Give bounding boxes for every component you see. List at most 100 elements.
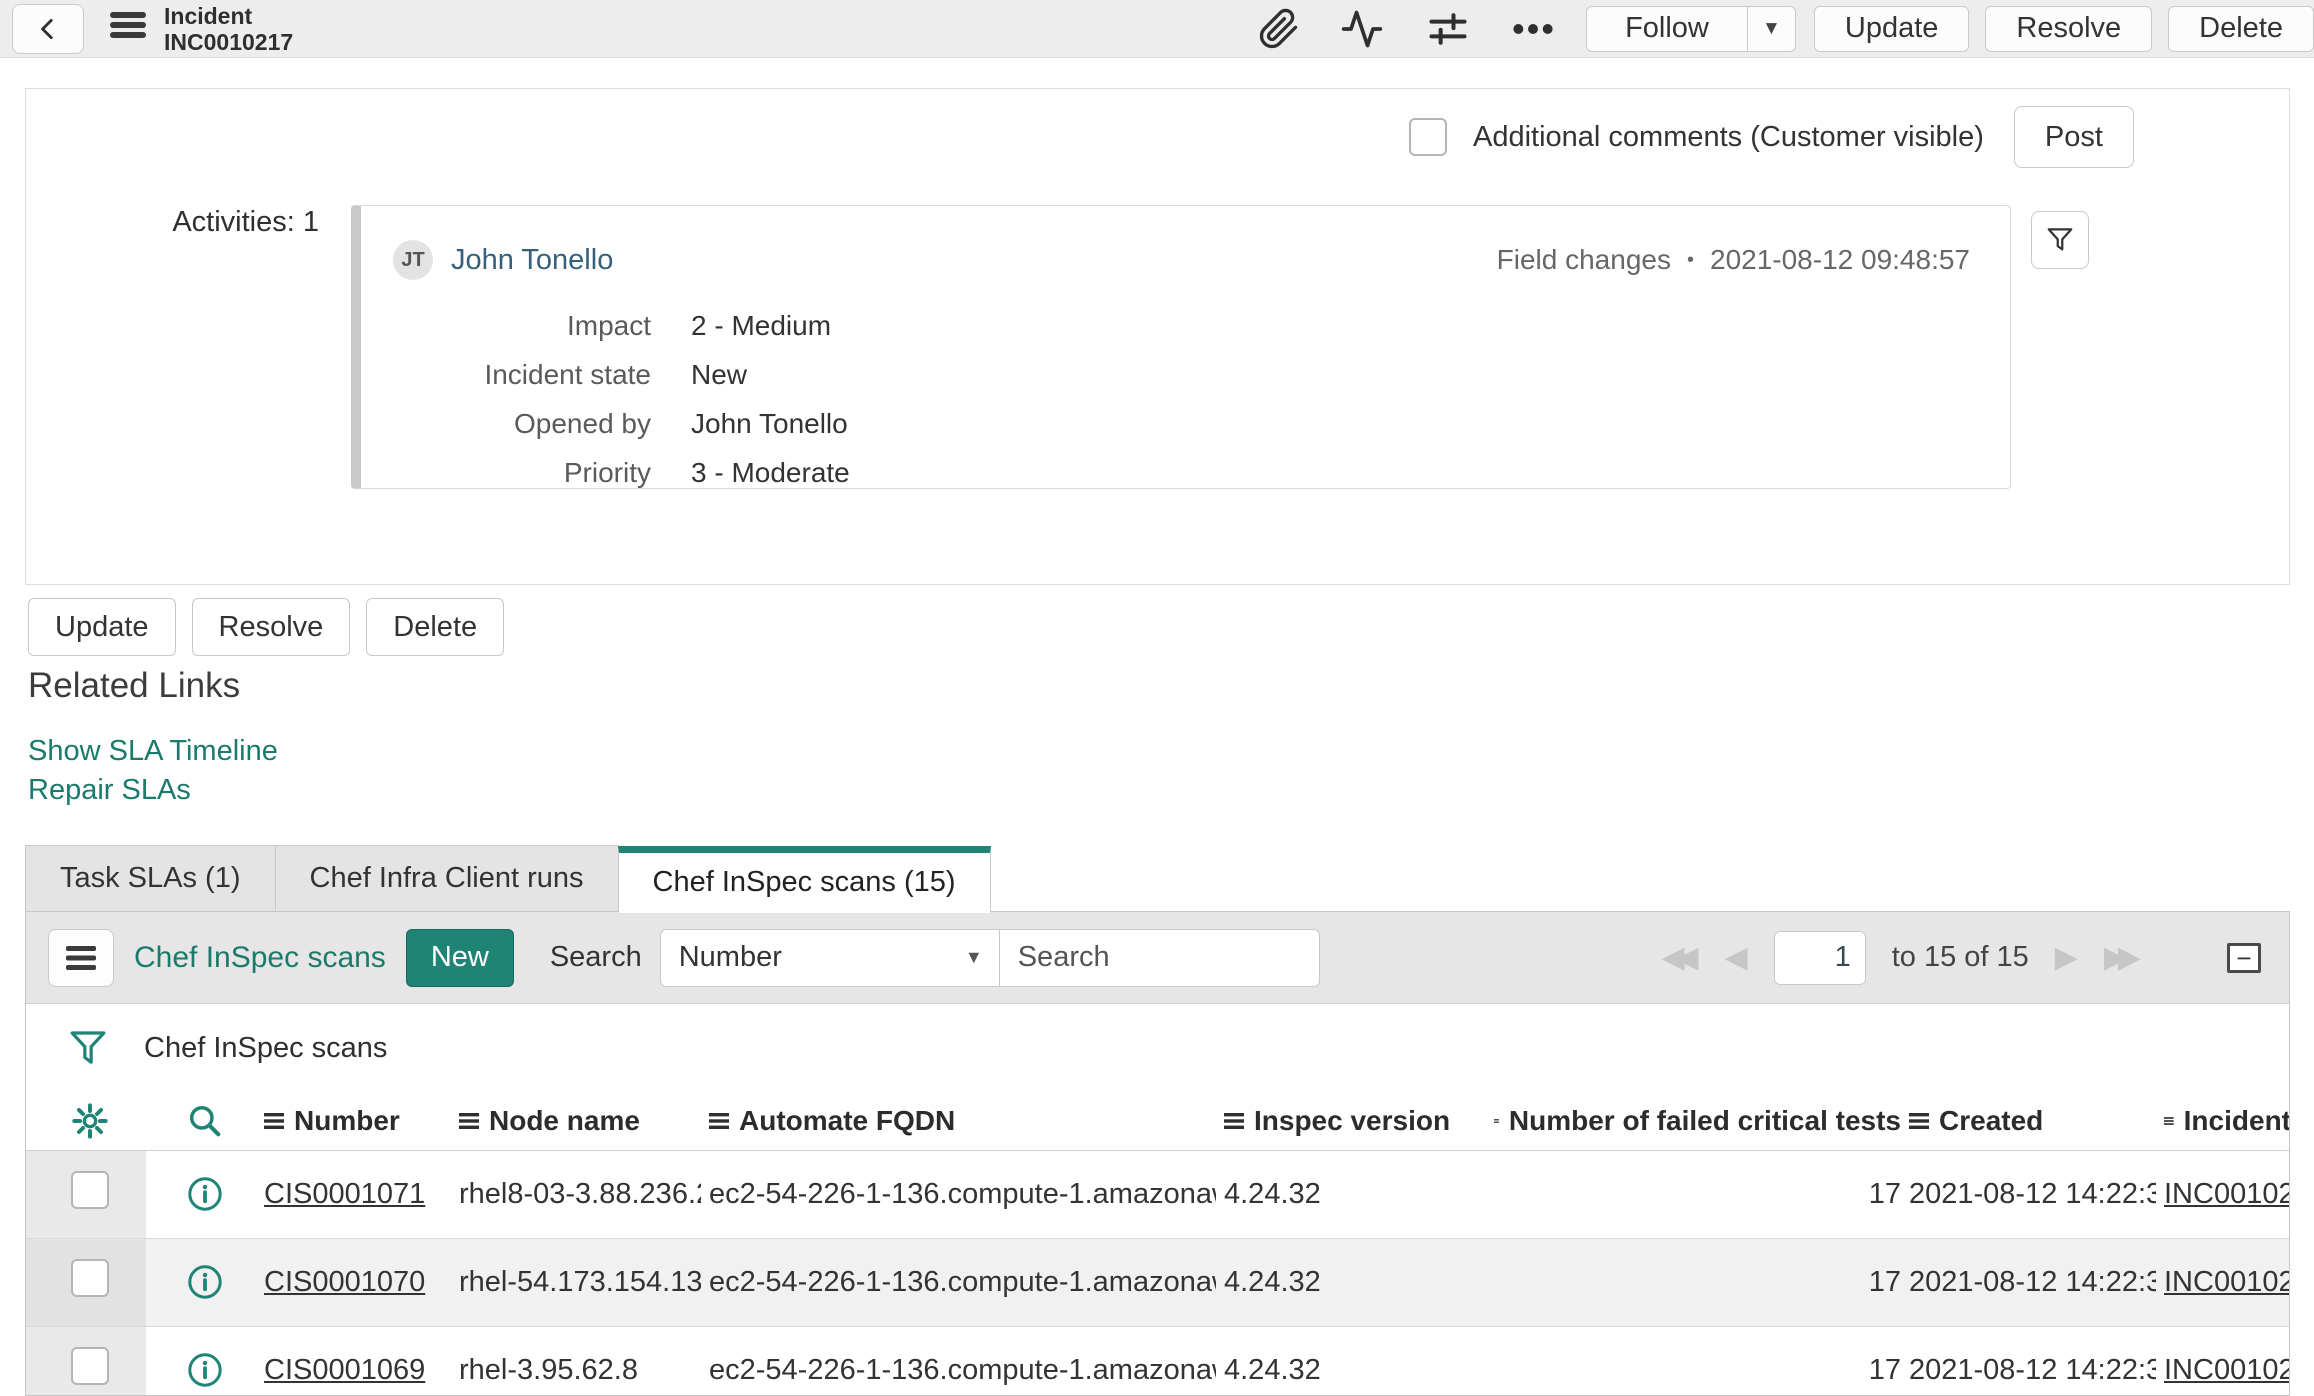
node-name-cell: rhel-3.95.62.8	[451, 1325, 701, 1395]
delete-button[interactable]: Delete	[366, 598, 505, 656]
table-header-row: Number Node name Automate FQDN Inspec ve…	[26, 1092, 2289, 1151]
update-button[interactable]: Update	[28, 598, 176, 656]
activity-stream-icon[interactable]	[1338, 7, 1386, 51]
list-menu-icon	[66, 945, 96, 970]
follow-button[interactable]: Follow	[1587, 7, 1747, 51]
field-label: Opened by	[514, 408, 651, 439]
collapse-list-button[interactable]: −	[2221, 935, 2267, 981]
attachment-icon[interactable]	[1258, 7, 1300, 51]
page-number-input[interactable]	[1773, 930, 1866, 985]
inspec-version-cell: 4.24.32	[1216, 1325, 1486, 1395]
related-lists-tabs: Task SLAs (1) Chef Infra Client runs Che…	[25, 845, 991, 913]
record-info-icon[interactable]	[154, 1351, 256, 1389]
back-button[interactable]	[12, 3, 84, 54]
list-search-input[interactable]	[999, 928, 1320, 987]
field-label: Priority	[563, 457, 651, 488]
list-title: Chef InSpec scans	[134, 940, 386, 974]
column-header-incident[interactable]: Incident	[2164, 1105, 2289, 1137]
scan-number-link[interactable]: CIS0001069	[264, 1354, 425, 1386]
breadcrumb[interactable]: Chef InSpec scans	[144, 1032, 387, 1065]
header-update-button[interactable]: Update	[1813, 5, 1970, 52]
field-label: Incident state	[484, 359, 651, 390]
tab-chef-inspec-scans[interactable]: Chef InSpec scans (15)	[617, 846, 991, 913]
incident-link[interactable]: INC0010217	[2164, 1354, 2289, 1386]
personalize-form-icon[interactable]	[1424, 7, 1472, 51]
table-row: CIS0001069 rhel-3.95.62.8 ec2-54-226-1-1…	[26, 1325, 2289, 1395]
more-options-icon[interactable]	[1510, 7, 1556, 51]
column-header-number[interactable]: Number	[264, 1105, 451, 1137]
tab-chef-infra-client-runs[interactable]: Chef Infra Client runs	[274, 845, 619, 912]
filter-funnel-icon[interactable]	[68, 1027, 108, 1069]
list-menu-button[interactable]	[48, 928, 114, 987]
failed-tests-cell: 17	[1486, 1325, 1901, 1395]
top-header: Incident INC0010217 Follow ▼ Update Reso…	[0, 0, 2314, 58]
next-page-icon[interactable]: ▶	[2055, 940, 2078, 975]
header-delete-button[interactable]: Delete	[2168, 5, 2314, 52]
form-panel: Additional comments (Customer visible) P…	[25, 88, 2290, 585]
new-record-button[interactable]: New	[405, 928, 514, 987]
related-links-title: Related Links	[28, 666, 241, 705]
automate-fqdn-cell: ec2-54-226-1-136.compute-1.amazonaws.com	[709, 1177, 1216, 1210]
row-checkbox[interactable]	[71, 1171, 109, 1209]
table-row: CIS0001070 rhel-54.173.154.131 ec2-54-22…	[26, 1237, 2289, 1326]
scan-number-link[interactable]: CIS0001070	[264, 1266, 425, 1298]
column-header-created[interactable]: Created	[1909, 1105, 2156, 1137]
column-search-icon[interactable]	[154, 1102, 256, 1140]
incident-screen: Incident INC0010217 Follow ▼ Update Reso…	[0, 0, 2314, 1396]
incident-link[interactable]: INC0010217	[2164, 1266, 2289, 1298]
search-field-select[interactable]: Number ▼	[659, 928, 1000, 987]
list-breadcrumb-row: Chef InSpec scans	[26, 1004, 2289, 1092]
avatar: JT	[393, 240, 433, 280]
show-sla-timeline-link[interactable]: Show SLA Timeline	[28, 732, 278, 771]
search-field-selected: Number	[678, 941, 782, 973]
activity-author-link[interactable]: John Tonello	[451, 244, 613, 277]
activity-timestamp: 2021-08-12 09:48:57	[1710, 244, 1970, 275]
last-page-icon[interactable]: ▶▶	[2104, 940, 2141, 975]
column-header-automate-fqdn[interactable]: Automate FQDN	[709, 1105, 1216, 1137]
failed-tests-cell: 17	[1486, 1237, 1901, 1326]
activity-entry-header: JT John Tonello Field changes • 2021-08-…	[361, 206, 2010, 280]
records-table: Number Node name Automate FQDN Inspec ve…	[26, 1092, 2289, 1395]
created-cell: 2021-08-12 14:22:35	[1901, 1237, 2156, 1326]
post-button[interactable]: Post	[2013, 106, 2134, 168]
pagination: ◀◀ ◀ to 15 of 15 ▶ ▶▶	[1661, 930, 2141, 985]
header-resolve-button[interactable]: Resolve	[1985, 5, 2153, 52]
list-settings-gear-icon[interactable]	[34, 1101, 146, 1141]
scan-number-link[interactable]: CIS0001071	[264, 1178, 425, 1210]
automate-fqdn-cell: ec2-54-226-1-136.compute-1.amazonaws.com	[701, 1237, 1216, 1326]
column-menu-icon	[459, 1112, 479, 1129]
funnel-icon	[2047, 228, 2073, 251]
node-name-cell: rhel-54.173.154.131	[451, 1237, 701, 1326]
meta-separator: •	[1686, 248, 1694, 271]
first-page-icon[interactable]: ◀◀	[1661, 940, 1698, 975]
record-title: Incident INC0010217	[164, 3, 293, 55]
row-checkbox[interactable]	[71, 1347, 109, 1386]
activity-filter-button[interactable]	[2031, 211, 2089, 269]
form-actions: Update Resolve Delete	[28, 598, 505, 656]
caret-down-icon: ▼	[1761, 17, 1781, 39]
repair-slas-link[interactable]: Repair SLAs	[28, 771, 278, 810]
column-header-node-name[interactable]: Node name	[459, 1105, 701, 1137]
column-header-inspec-version[interactable]: Inspec version	[1224, 1105, 1486, 1137]
column-menu-icon	[264, 1112, 284, 1129]
search-label: Search	[549, 941, 642, 973]
context-menu-icon[interactable]	[110, 11, 146, 47]
record-info-icon[interactable]	[154, 1263, 256, 1301]
record-info-icon[interactable]	[154, 1175, 256, 1213]
record-number: INC0010217	[164, 28, 294, 55]
header-icon-group	[1258, 7, 1556, 51]
follow-caret-button[interactable]: ▼	[1746, 6, 1795, 51]
field-value: New	[691, 359, 748, 390]
record-type: Incident	[164, 2, 253, 29]
activity-meta: Field changes • 2021-08-12 09:48:57	[1497, 244, 1970, 276]
incident-link[interactable]: INC0010217	[2164, 1178, 2289, 1210]
tab-task-slas[interactable]: Task SLAs (1)	[25, 845, 276, 912]
column-header-failed-critical-tests[interactable]: Number of failed critical tests	[1494, 1105, 1901, 1137]
field-changes-list: Impact 2 - Medium Incident state New Ope…	[461, 310, 2010, 489]
column-menu-icon	[709, 1112, 729, 1129]
resolve-button[interactable]: Resolve	[191, 598, 351, 656]
additional-comments-checkbox[interactable]	[1409, 118, 1447, 156]
previous-page-icon[interactable]: ◀	[1725, 940, 1748, 975]
row-checkbox[interactable]	[71, 1259, 109, 1297]
field-value: John Tonello	[691, 408, 848, 439]
